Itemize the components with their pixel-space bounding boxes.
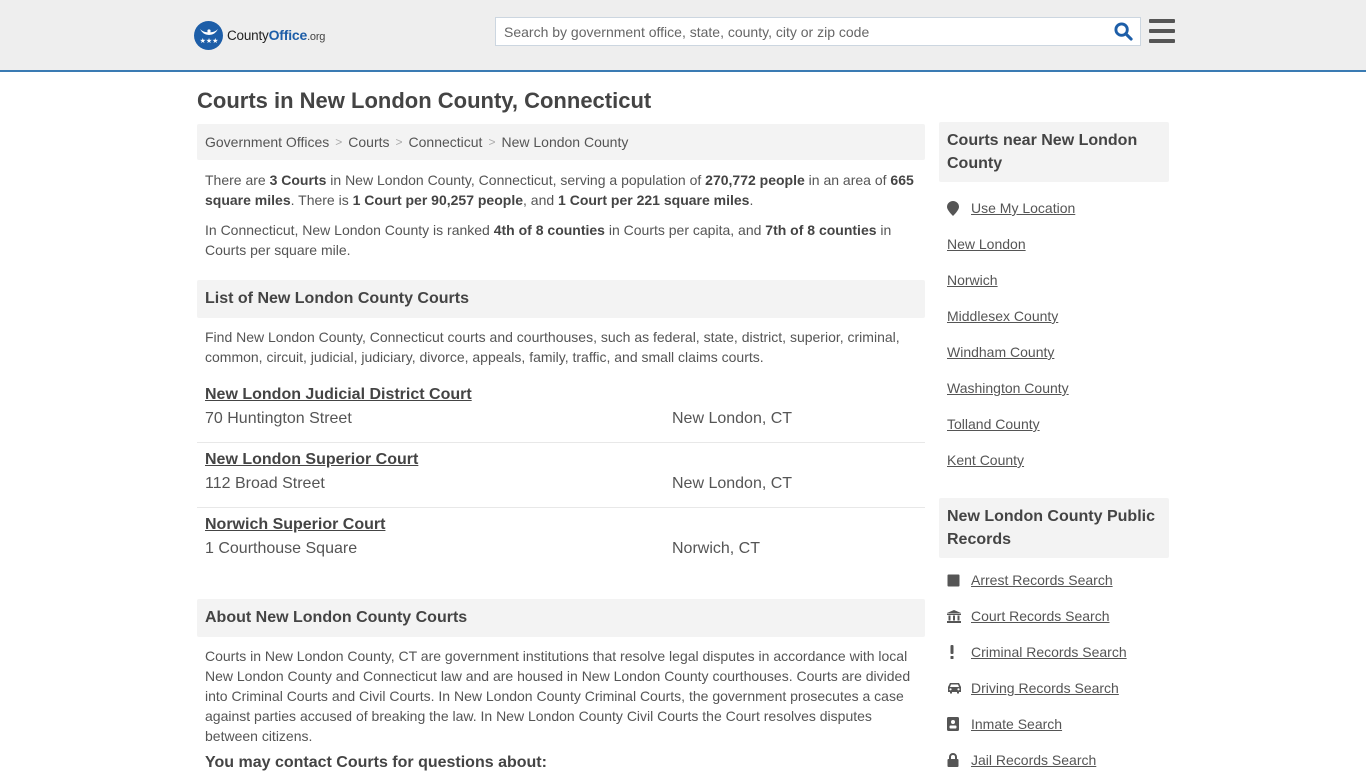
ranking-paragraph: In Connecticut, New London County is ran…	[205, 222, 892, 258]
arrest-records-link[interactable]: Arrest Records Search	[971, 572, 1113, 588]
nearby-courts-list: Use My Location New London Norwich Middl…	[939, 190, 1169, 478]
breadcrumb-separator: >	[395, 135, 403, 149]
court-list-heading: List of New London County Courts	[197, 280, 925, 318]
hamburger-menu-icon[interactable]	[1149, 19, 1175, 43]
court-address: 1 Courthouse Square	[205, 540, 358, 557]
nearby-link-new-london[interactable]: New London	[947, 236, 1026, 252]
nearby-item: Middlesex County	[947, 298, 1161, 334]
nearby-link-kent-county[interactable]: Kent County	[947, 452, 1024, 468]
court-address: 70 Huntington Street	[205, 410, 352, 427]
breadcrumb-separator: >	[335, 135, 343, 149]
nearby-link-norwich[interactable]: Norwich	[947, 272, 998, 288]
nearby-link-washington-county[interactable]: Washington County	[947, 380, 1069, 396]
contact-subheading: You may contact Courts for questions abo…	[205, 754, 547, 771]
nearby-item: Norwich	[947, 262, 1161, 298]
summary-paragraph: There are 3 Courts in New London County,…	[205, 172, 914, 208]
court-list-item: New London Judicial District Court 70 Hu…	[197, 378, 925, 443]
nearby-item: New London	[947, 226, 1161, 262]
eagle-logo-icon: ★★★	[194, 20, 223, 50]
use-my-location-item: Use My Location	[947, 190, 1161, 226]
site-logo[interactable]: ★★★ CountyOffice.org	[194, 20, 325, 50]
public-records-list: Arrest Records Search Court Records Sear…	[939, 562, 1169, 778]
criminal-records-link[interactable]: Criminal Records Search	[971, 644, 1127, 660]
court-list-intro: Find New London County, Connecticut cour…	[205, 329, 900, 365]
square-icon	[947, 574, 971, 587]
nearby-courts-heading: Courts near New London County	[939, 122, 1169, 182]
search-bar	[495, 17, 1141, 46]
breadcrumb-government-offices[interactable]: Government Offices	[205, 134, 329, 150]
breadcrumb: Government Offices > Courts > Connecticu…	[197, 124, 925, 160]
car-icon	[947, 682, 971, 694]
about-heading: About New London County Courts	[197, 599, 925, 637]
about-paragraph: Courts in New London County, CT are gove…	[205, 648, 911, 744]
breadcrumb-connecticut[interactable]: Connecticut	[409, 134, 483, 150]
top-navbar: ★★★ CountyOffice.org	[0, 0, 1366, 72]
breadcrumb-courts[interactable]: Courts	[348, 134, 389, 150]
search-input[interactable]	[496, 18, 1106, 45]
site-logo-text: CountyOffice.org	[227, 27, 326, 43]
court-address: 112 Broad Street	[205, 475, 325, 492]
breadcrumb-current: New London County	[501, 134, 629, 150]
nearby-link-tolland-county[interactable]: Tolland County	[947, 416, 1040, 432]
records-item: Arrest Records Search	[947, 562, 1161, 598]
court-name-link[interactable]: Norwich Superior Court	[205, 516, 385, 538]
court-city: New London, CT	[672, 410, 793, 427]
jail-records-link[interactable]: Jail Records Search	[971, 752, 1096, 768]
public-records-heading: New London County Public Records	[939, 498, 1169, 558]
court-records-link[interactable]: Court Records Search	[971, 608, 1110, 624]
court-city: Norwich, CT	[672, 540, 761, 557]
search-button[interactable]	[1106, 18, 1140, 45]
court-list-item: Norwich Superior Court 1 Courthouse Squa…	[197, 508, 925, 573]
main-content: Government Offices > Courts > Connecticu…	[197, 124, 925, 772]
nearby-link-windham-county[interactable]: Windham County	[947, 344, 1054, 360]
court-list-item: New London Superior Court 112 Broad Stre…	[197, 443, 925, 508]
nearby-item: Kent County	[947, 442, 1161, 478]
nearby-link-middlesex-county[interactable]: Middlesex County	[947, 308, 1058, 324]
courthouse-icon	[947, 609, 971, 623]
court-name-link[interactable]: New London Superior Court	[205, 451, 418, 473]
records-item: Jail Records Search	[947, 742, 1161, 778]
id-badge-icon	[947, 717, 971, 731]
records-item: Court Records Search	[947, 598, 1161, 634]
nearby-item: Tolland County	[947, 406, 1161, 442]
court-name-link[interactable]: New London Judicial District Court	[205, 386, 472, 408]
map-marker-icon	[947, 200, 971, 216]
svg-text:★★★: ★★★	[199, 37, 218, 45]
lock-icon	[947, 753, 971, 767]
exclamation-icon	[947, 645, 971, 659]
driving-records-link[interactable]: Driving Records Search	[971, 680, 1119, 696]
records-item: Driving Records Search	[947, 670, 1161, 706]
use-my-location-link[interactable]: Use My Location	[971, 200, 1075, 216]
inmate-search-link[interactable]: Inmate Search	[971, 716, 1062, 732]
search-icon	[1113, 22, 1133, 41]
records-item: Inmate Search	[947, 706, 1161, 742]
page-title: Courts in New London County, Connecticut	[197, 88, 652, 113]
records-item: Criminal Records Search	[947, 634, 1161, 670]
court-city: New London, CT	[672, 475, 793, 492]
court-list: New London Judicial District Court 70 Hu…	[197, 378, 925, 573]
breadcrumb-separator: >	[488, 135, 496, 149]
sidebar: Courts near New London County Use My Loc…	[939, 122, 1169, 778]
nearby-item: Washington County	[947, 370, 1161, 406]
nearby-item: Windham County	[947, 334, 1161, 370]
